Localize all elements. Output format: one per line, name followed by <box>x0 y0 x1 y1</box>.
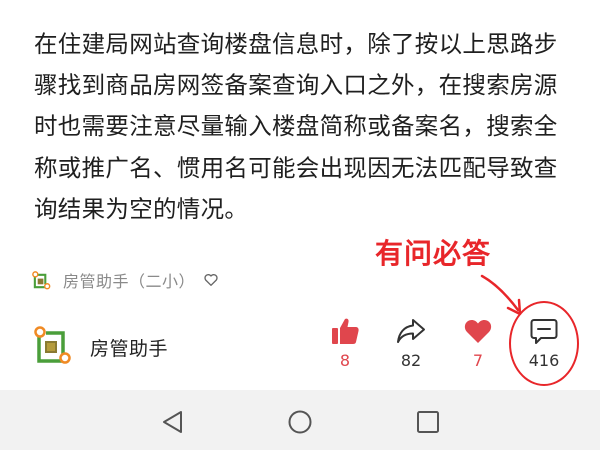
share-count: 82 <box>400 351 422 370</box>
favorite-button[interactable]: 7 <box>448 316 508 378</box>
article-paragraph: 在住建局网站查询楼盘信息时，除了按以上思路步骤找到商品房网签备案查询入口之外，在… <box>34 30 558 223</box>
heart-filled-icon <box>464 319 492 343</box>
house-manager-logo-icon <box>32 270 51 289</box>
circle-home-icon[interactable] <box>287 409 313 435</box>
system-navigation-bar <box>0 390 600 450</box>
like-button[interactable]: 8 <box>315 316 375 378</box>
annotation-label: 有问必答 <box>375 237 492 270</box>
author-name[interactable]: 房管助手 <box>90 334 168 361</box>
favorite-count: 7 <box>472 351 484 370</box>
like-count: 8 <box>339 351 351 370</box>
source-row[interactable]: 房管助手（二小） <box>32 268 219 292</box>
square-recents-icon[interactable] <box>415 409 441 435</box>
comment-count: 416 <box>528 351 560 370</box>
comment-button[interactable]: 416 <box>514 316 574 378</box>
comment-bubble-icon <box>530 319 558 344</box>
heart-outline-icon[interactable] <box>203 272 219 288</box>
triangle-back-icon[interactable] <box>160 409 186 435</box>
share-button[interactable]: 82 <box>381 316 441 378</box>
source-label: 房管助手（二小） <box>63 272 196 291</box>
house-manager-logo-icon[interactable] <box>34 326 74 366</box>
thumbs-up-icon <box>332 318 359 344</box>
share-arrow-icon <box>397 319 425 343</box>
